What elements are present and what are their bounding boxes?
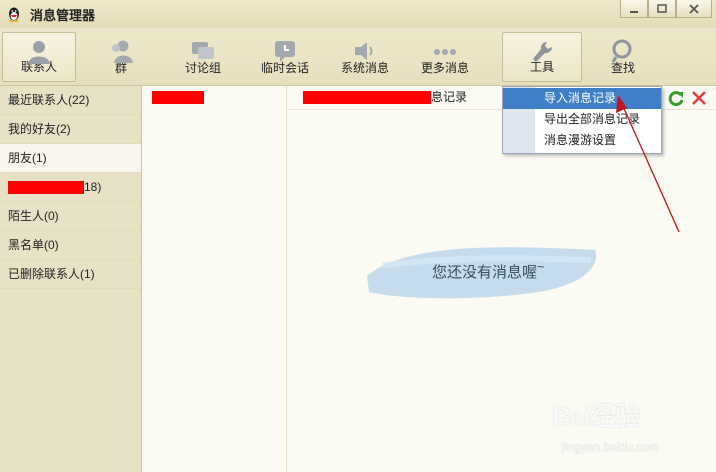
minimize-button[interactable] bbox=[620, 0, 648, 18]
group-label: 最近联系人(22) bbox=[8, 93, 90, 107]
group-icon bbox=[112, 40, 133, 63]
maximize-button[interactable] bbox=[648, 0, 676, 18]
more-dots-icon bbox=[434, 49, 456, 55]
magnifier-icon bbox=[611, 39, 632, 63]
group-label: 我的好友(2) bbox=[8, 122, 71, 136]
empty-state-message: 您还没有消息喔~ bbox=[432, 260, 545, 281]
qq-penguin-icon bbox=[9, 7, 19, 22]
redaction-bar bbox=[152, 91, 204, 105]
group-label: 朋友(1) bbox=[8, 151, 47, 165]
chat-bubbles-icon bbox=[192, 42, 214, 59]
minimize-icon bbox=[630, 10, 638, 13]
close-icon bbox=[689, 3, 699, 14]
title-bar: 消息管理器 bbox=[0, 0, 716, 28]
search-button[interactable]: 查找 bbox=[586, 32, 660, 82]
group-friends[interactable]: 朋友(1) bbox=[0, 144, 141, 173]
maximize-icon bbox=[657, 3, 667, 13]
menu-item-export-all-history[interactable]: 导出全部消息记录 bbox=[503, 109, 661, 130]
refresh-icon[interactable] bbox=[667, 89, 685, 107]
temp-chat-icon bbox=[275, 41, 295, 62]
group-label: 黑名单(0) bbox=[8, 238, 59, 252]
wrench-icon bbox=[533, 41, 553, 62]
watermark-brand: Bai经验 bbox=[552, 401, 640, 431]
tools-button[interactable]: 工具 bbox=[502, 32, 582, 82]
group-blacklist[interactable]: 黑名单(0) bbox=[0, 231, 141, 260]
menu-item-import-history[interactable]: 导入消息记录 bbox=[503, 88, 661, 109]
speaker-icon bbox=[355, 42, 373, 60]
group-strangers[interactable]: 陌生人(0) bbox=[0, 202, 141, 231]
tab-more-messages[interactable]: 更多消息 bbox=[408, 32, 482, 82]
window-title: 消息管理器 bbox=[30, 7, 96, 23]
group-redacted[interactable]: 18) bbox=[0, 173, 141, 202]
delete-icon[interactable] bbox=[691, 90, 707, 106]
tab-temp-chat[interactable]: 临时会话 bbox=[248, 32, 322, 82]
tools-dropdown-menu: 导入消息记录 导出全部消息记录 消息漫游设置 bbox=[502, 86, 662, 154]
watermark-url: jingyan.baidu.com bbox=[562, 440, 659, 454]
list-item[interactable] bbox=[142, 86, 286, 108]
contact-groups-panel: 最近联系人(22) 我的好友(2) 朋友(1) 18) 陌生人(0) 黑名单(0… bbox=[0, 86, 142, 472]
window-controls bbox=[620, 0, 712, 18]
group-label: 18) bbox=[84, 180, 102, 194]
group-label: 陌生人(0) bbox=[8, 209, 59, 223]
group-label: 已删除联系人(1) bbox=[8, 267, 95, 281]
tab-contacts[interactable]: 联系人 bbox=[2, 32, 76, 82]
tab-groups[interactable]: 群 bbox=[84, 32, 158, 82]
group-recent[interactable]: 最近联系人(22) bbox=[0, 86, 141, 115]
redaction-bar bbox=[8, 181, 84, 195]
close-button[interactable] bbox=[676, 0, 712, 18]
group-my-friends[interactable]: 我的好友(2) bbox=[0, 115, 141, 144]
content-header-title: 息记录 bbox=[431, 90, 468, 104]
person-icon bbox=[28, 41, 50, 64]
main-toolbar: 联系人 群 讨论组 临时会话 系统消息 更多消息 工具 查找 bbox=[0, 28, 716, 86]
group-deleted[interactable]: 已删除联系人(1) bbox=[0, 260, 141, 289]
tab-system-messages[interactable]: 系统消息 bbox=[328, 32, 402, 82]
baidu-watermark: Bai经验 jingyan.baidu.com bbox=[546, 396, 716, 472]
redaction-bar bbox=[303, 91, 431, 105]
contact-list bbox=[142, 86, 287, 472]
tab-discussions[interactable]: 讨论组 bbox=[166, 32, 240, 82]
menu-item-roaming-settings[interactable]: 消息漫游设置 bbox=[503, 130, 661, 151]
